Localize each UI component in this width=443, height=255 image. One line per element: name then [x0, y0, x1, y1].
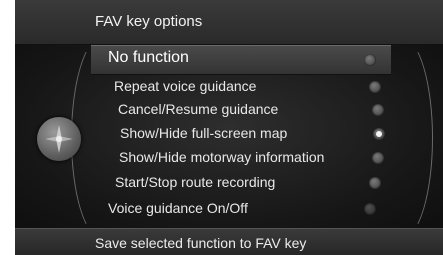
menu-item-label: Cancel/Resume guidance — [118, 101, 279, 117]
radio-button[interactable] — [372, 152, 384, 164]
menu-item-start-stop-route-recording[interactable]: Start/Stop route recording — [15, 170, 443, 196]
header-bar: FAV key options — [15, 0, 443, 45]
radio-button[interactable] — [369, 177, 381, 189]
radio-button[interactable] — [372, 104, 384, 116]
menu-item-no-function[interactable]: No function — [15, 47, 443, 73]
radio-button-checked[interactable] — [373, 128, 385, 140]
page-title: FAV key options — [95, 13, 203, 30]
menu-item-label: Repeat voice guidance — [114, 78, 257, 94]
menu-item-cancel-resume-guidance[interactable]: Cancel/Resume guidance — [15, 97, 443, 123]
menu-item-show-hide-motorway-information[interactable]: Show/Hide motorway information — [15, 145, 443, 171]
radio-button[interactable] — [364, 203, 376, 215]
radio-button[interactable] — [364, 54, 376, 66]
menu-item-label: Start/Stop route recording — [115, 174, 276, 190]
fav-key-options-screen: FAV key options No function Repeat voice… — [15, 0, 443, 255]
menu-item-label: No function — [108, 49, 189, 66]
menu-item-label: Voice guidance On/Off — [108, 200, 248, 216]
menu-item-voice-guidance-on-off[interactable]: Voice guidance On/Off — [15, 196, 443, 222]
footer-hint: Save selected function to FAV key — [95, 235, 307, 251]
menu-item-show-hide-full-screen-map[interactable]: Show/Hide full-screen map — [15, 121, 443, 147]
radio-button[interactable] — [369, 81, 381, 93]
menu-item-label: Show/Hide full-screen map — [120, 125, 288, 141]
footer-bar: Save selected function to FAV key — [15, 228, 443, 255]
menu-item-label: Show/Hide motorway information — [119, 149, 325, 165]
